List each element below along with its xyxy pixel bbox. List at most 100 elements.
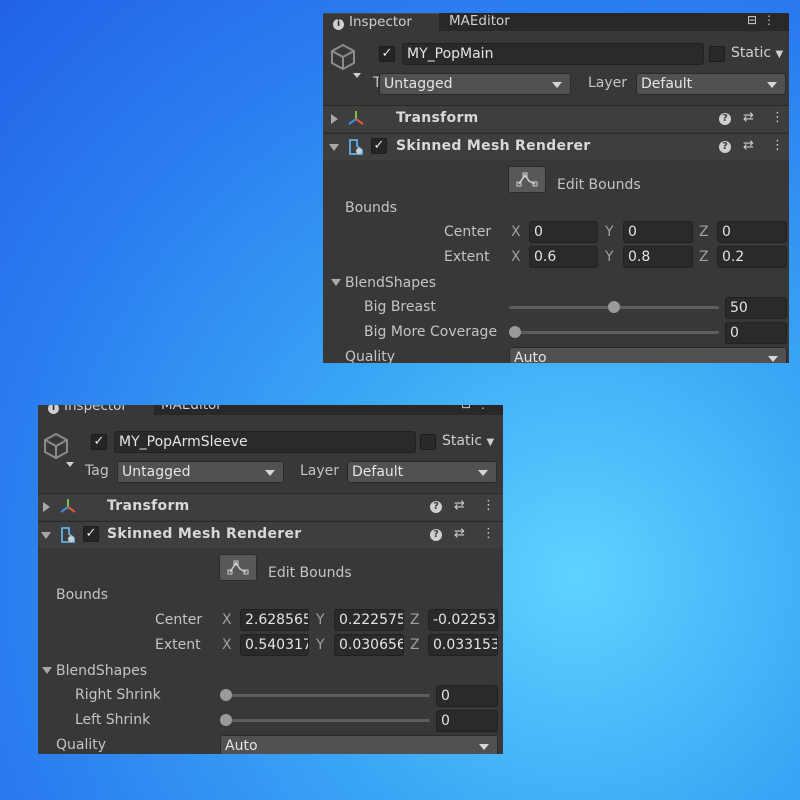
blendshapes-label[interactable]: BlendShapes <box>56 663 147 679</box>
extent-z-label: Z <box>410 637 420 653</box>
blendshape-value-field[interactable]: 0 <box>725 322 787 344</box>
tag-dropdown[interactable]: Untagged <box>379 73 571 95</box>
foldout-expanded-icon[interactable] <box>41 532 51 539</box>
layer-label: Layer <box>300 463 340 479</box>
tab-menu-icons[interactable]: ⊟⋮ <box>461 405 495 411</box>
extent-y-field[interactable]: 0.8 <box>623 246 693 268</box>
active-checkbox[interactable]: ✓ <box>379 46 395 62</box>
kebab-menu-icon[interactable]: ⋮ <box>763 13 781 27</box>
extent-label: Extent <box>444 249 490 265</box>
extent-y-field[interactable]: 0.030656 <box>334 634 404 656</box>
blendshape-slider-thumb[interactable] <box>220 714 232 726</box>
presets-sliders-icon[interactable]: ⇄ <box>454 526 465 541</box>
presets-sliders-icon[interactable]: ⇄ <box>454 498 465 513</box>
extent-y-label: Y <box>605 249 614 265</box>
foldout-collapsed-icon[interactable] <box>331 114 338 124</box>
blendshape-slider[interactable] <box>509 331 719 334</box>
kebab-menu-icon[interactable]: ⋮ <box>482 526 495 541</box>
center-y-label: Y <box>316 612 325 628</box>
info-icon: i <box>48 405 59 414</box>
foldout-expanded-icon[interactable] <box>329 144 339 151</box>
tab-maeditor[interactable]: MAEditor <box>439 13 520 31</box>
help-icon[interactable]: ? <box>430 498 442 513</box>
edit-bounds-button[interactable] <box>508 166 546 193</box>
object-name-field[interactable]: MY_PopMain <box>402 43 704 65</box>
blendshapes-foldout-icon[interactable] <box>331 279 341 286</box>
center-y-field[interactable]: 0 <box>623 221 693 243</box>
blendshape-name: Right Shrink <box>75 687 161 703</box>
lock-icon[interactable]: ⊟ <box>461 405 477 411</box>
blendshape-value-field[interactable]: 0 <box>436 710 498 732</box>
quality-dropdown[interactable]: Auto <box>220 735 498 754</box>
transform-header[interactable]: Transform ? ⇄ ⋮ <box>38 493 503 520</box>
foldout-collapsed-icon[interactable] <box>43 502 50 512</box>
quality-value: Auto <box>225 738 258 754</box>
extent-x-field[interactable]: 0.540317 <box>240 634 309 656</box>
layer-dropdown[interactable]: Default <box>636 73 786 95</box>
static-checkbox[interactable] <box>709 46 725 62</box>
chevron-down-icon <box>478 470 488 476</box>
center-x-field[interactable]: 2.628565 <box>240 609 309 631</box>
extent-x-label: X <box>511 249 521 265</box>
edit-bounds-icon <box>227 560 249 575</box>
smr-enabled-checkbox[interactable]: ✓ <box>371 138 387 154</box>
kebab-menu-icon[interactable]: ⋮ <box>771 138 784 153</box>
tab-menu-icons[interactable]: ⊟⋮ <box>747 13 781 27</box>
static-dropdown[interactable]: Static ▼ <box>442 433 494 449</box>
center-x-label: X <box>511 224 521 240</box>
blendshape-slider[interactable] <box>220 694 430 697</box>
layer-label: Layer <box>588 75 628 91</box>
gameobject-cube-icon[interactable] <box>329 41 361 79</box>
help-icon[interactable]: ? <box>430 526 442 541</box>
static-checkbox[interactable] <box>420 434 436 450</box>
layer-dropdown[interactable]: Default <box>347 461 497 483</box>
blendshapes-foldout-icon[interactable] <box>42 667 52 674</box>
skinned-mesh-renderer-header[interactable]: ✓ Skinned Mesh Renderer ? ⇄ ⋮ <box>38 521 503 548</box>
center-x-field[interactable]: 0 <box>529 221 598 243</box>
kebab-menu-icon[interactable]: ⋮ <box>477 405 495 411</box>
center-label: Center <box>444 224 492 240</box>
blendshapes-label[interactable]: BlendShapes <box>345 275 436 291</box>
blendshape-slider-thumb[interactable] <box>608 301 620 313</box>
tag-value: Untagged <box>122 464 191 480</box>
tab-bar: i Inspector MAEditor ⊟⋮ <box>323 13 789 32</box>
active-checkbox[interactable]: ✓ <box>91 434 107 450</box>
extent-z-field[interactable]: 0.033153 <box>428 634 498 656</box>
info-icon: i <box>333 19 344 30</box>
tag-label: Tag <box>85 463 109 479</box>
presets-sliders-icon[interactable]: ⇄ <box>743 138 754 153</box>
smr-title: Skinned Mesh Renderer <box>107 526 302 542</box>
kebab-menu-icon[interactable]: ⋮ <box>482 498 495 513</box>
blendshape-name: Left Shrink <box>75 712 151 728</box>
help-icon[interactable]: ? <box>719 138 731 153</box>
tab-inspector[interactable]: i Inspector <box>323 13 439 32</box>
edit-bounds-button[interactable] <box>219 554 257 581</box>
skinned-mesh-renderer-header[interactable]: ✓ Skinned Mesh Renderer ? ⇄ ⋮ <box>323 133 789 160</box>
quality-dropdown[interactable]: Auto <box>509 347 787 363</box>
edit-bounds-icon <box>516 172 538 187</box>
chevron-down-icon <box>768 356 778 362</box>
presets-sliders-icon[interactable]: ⇄ <box>743 110 754 125</box>
extent-z-field[interactable]: 0.2 <box>717 246 787 268</box>
tab-inspector[interactable]: i Inspector <box>38 405 154 416</box>
help-icon[interactable]: ? <box>719 110 731 125</box>
tab-maeditor[interactable]: MAEditor <box>151 405 232 415</box>
transform-header[interactable]: Transform ? ⇄ ⋮ <box>323 105 789 132</box>
blendshape-value-field[interactable]: 50 <box>725 297 787 319</box>
blendshape-slider-thumb[interactable] <box>220 689 232 701</box>
smr-enabled-checkbox[interactable]: ✓ <box>83 526 99 542</box>
tag-dropdown[interactable]: Untagged <box>117 461 284 483</box>
static-dropdown[interactable]: Static ▼ <box>731 45 783 61</box>
object-name-field[interactable]: MY_PopArmSleeve <box>114 431 416 453</box>
center-z-field[interactable]: 0 <box>717 221 787 243</box>
center-z-field[interactable]: -0.02253 <box>428 609 498 631</box>
lock-icon[interactable]: ⊟ <box>747 13 763 27</box>
blendshape-value-field[interactable]: 0 <box>436 685 498 707</box>
blendshape-slider[interactable] <box>220 719 430 722</box>
blendshape-slider-thumb[interactable] <box>509 326 521 338</box>
blendshape-name: Big More Coverage <box>364 324 498 340</box>
kebab-menu-icon[interactable]: ⋮ <box>771 110 784 125</box>
extent-x-field[interactable]: 0.6 <box>529 246 598 268</box>
center-y-field[interactable]: 0.222575 <box>334 609 404 631</box>
gameobject-cube-icon[interactable] <box>42 430 74 468</box>
